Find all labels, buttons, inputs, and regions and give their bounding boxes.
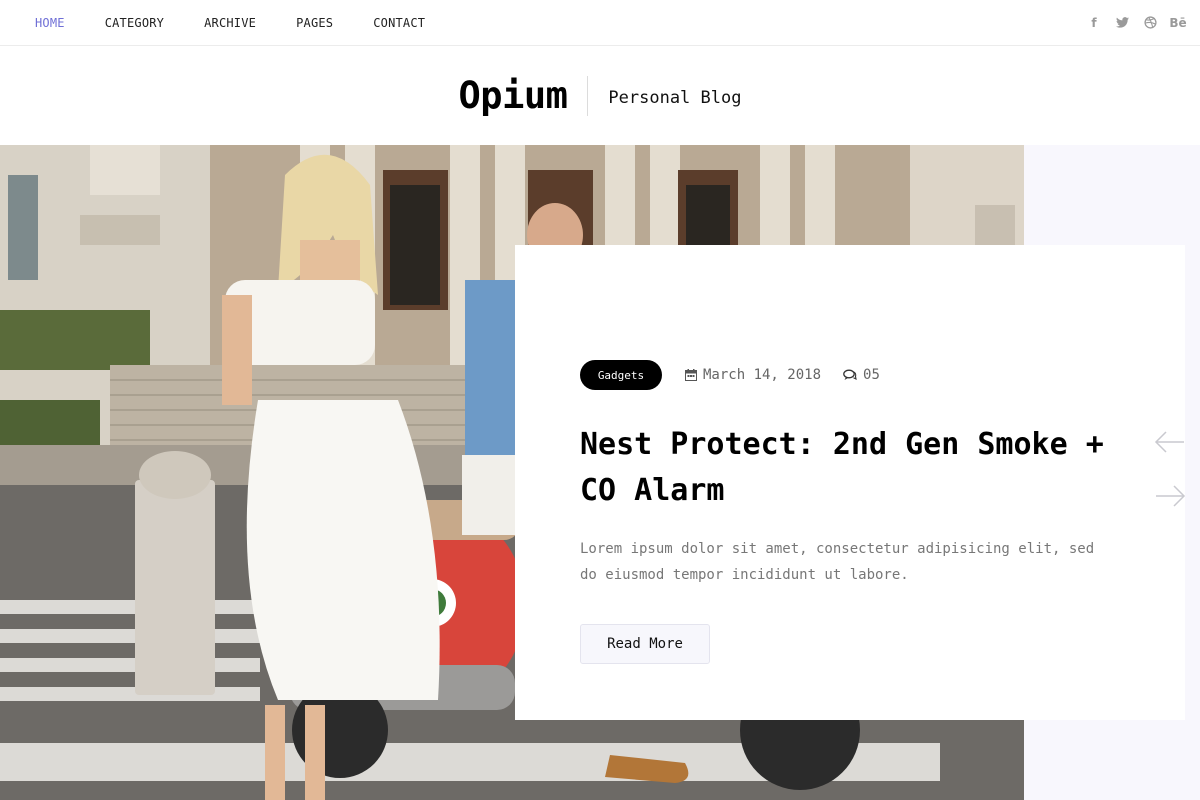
post-excerpt: Lorem ipsum dolor sit amet, consectetur … [580,541,1095,583]
read-more-button[interactable]: Read More [580,624,710,664]
post-meta: Gadgets March 14, 2018 05 [580,360,1120,390]
dribbble-icon[interactable] [1143,16,1157,30]
top-bar: HOME CATEGORY ARCHIVE PAGES CONTACT f Bē [0,0,1200,46]
post-title[interactable]: Nest Protect: 2nd Gen Smoke + CO Alarm [580,422,1120,514]
category-badge[interactable]: Gadgets [580,360,662,390]
comment-count: 05 [863,367,880,383]
post-date-text: March 14, 2018 [703,367,822,383]
site-tagline: Personal Blog [608,87,742,108]
facebook-icon[interactable]: f [1087,16,1101,30]
nav-item-home[interactable]: HOME [35,16,65,30]
behance-icon[interactable]: Bē [1169,16,1186,30]
prev-slide-arrow[interactable] [1154,430,1186,454]
post-date: March 14, 2018 [685,367,821,383]
nav-item-pages[interactable]: PAGES [296,16,333,30]
comments-icon [843,369,857,381]
site-logo[interactable]: Opium [459,74,568,117]
nav-item-contact[interactable]: CONTACT [373,16,425,30]
twitter-icon[interactable] [1115,16,1129,30]
social-links: f Bē [1087,0,1186,45]
main-nav: HOME CATEGORY ARCHIVE PAGES CONTACT [35,0,465,45]
post-comments[interactable]: 05 [843,367,880,383]
nav-item-category[interactable]: CATEGORY [105,16,164,30]
next-slide-arrow[interactable] [1154,484,1186,508]
calendar-icon [685,369,697,381]
header-divider [587,75,589,116]
nav-item-archive[interactable]: ARCHIVE [204,16,256,30]
site-header: Opium Personal Blog [0,46,1200,145]
featured-post-card: Gadgets March 14, 2018 05 Nest Protect: … [515,245,1185,720]
